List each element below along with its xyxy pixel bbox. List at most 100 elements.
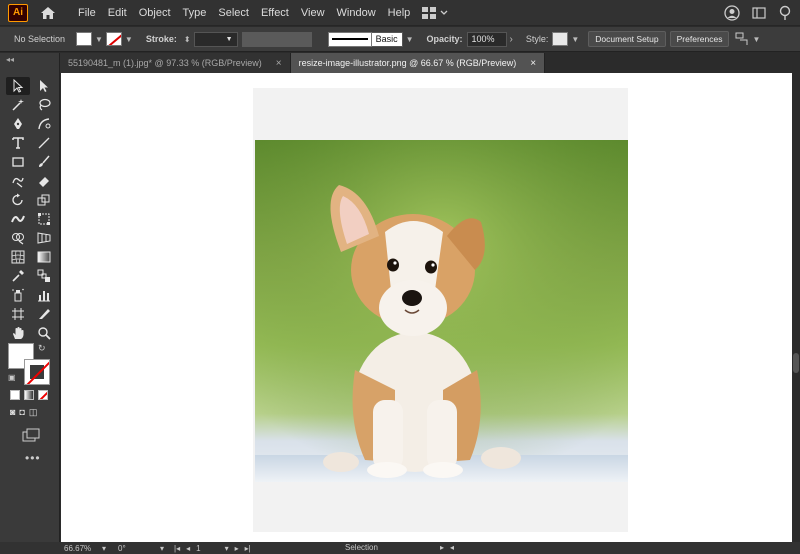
menu-object[interactable]: Object [133, 0, 177, 26]
close-icon[interactable]: × [530, 58, 536, 69]
paintbrush-tool-icon[interactable] [32, 153, 56, 171]
illustrator-logo: Ai [8, 3, 28, 22]
panel-toggle-icon[interactable] [752, 6, 766, 20]
status-bar: 66.67% ▾ 0° ▾ |◂ ◂ 1 ▾ ▸ ▸| Selection ▸ … [0, 542, 800, 554]
document-canvas[interactable] [61, 73, 800, 542]
artboard[interactable] [253, 88, 628, 532]
preferences-button[interactable]: Preferences [669, 31, 730, 47]
chevron-down-icon[interactable]: ▼ [568, 35, 582, 44]
eraser-tool-icon[interactable] [32, 172, 56, 190]
default-fill-stroke-icon[interactable]: ▣ [8, 373, 16, 382]
home-icon[interactable] [40, 5, 56, 21]
last-artboard-icon[interactable]: ▸| [245, 544, 251, 553]
tab-document-2[interactable]: resize-image-illustrator.png @ 66.67 % (… [290, 53, 546, 73]
stroke-color-box[interactable] [24, 359, 50, 385]
menu-help[interactable]: Help [382, 0, 417, 26]
color-icon[interactable] [10, 390, 20, 400]
previous-artboard-icon[interactable]: ◂ [186, 544, 190, 553]
menu-view[interactable]: View [295, 0, 331, 26]
variable-width-profile[interactable] [241, 31, 312, 47]
menu-type[interactable]: Type [177, 0, 213, 26]
document-setup-button[interactable]: Document Setup [588, 31, 666, 47]
shape-builder-tool-icon[interactable] [6, 229, 30, 247]
opacity-field[interactable]: 100% [466, 31, 507, 47]
rotation-field[interactable]: 0° ▾ [118, 544, 164, 553]
gradient-icon[interactable] [24, 390, 34, 400]
zoom-field[interactable]: 66.67% ▾ [64, 544, 112, 553]
next-artboard-icon[interactable]: ▸ [235, 544, 239, 553]
line-segment-tool-icon[interactable] [32, 134, 56, 152]
chevron-down-icon[interactable]: ▼ [92, 35, 106, 44]
scale-tool-icon[interactable] [32, 191, 56, 209]
vertical-scrollbar[interactable] [792, 73, 800, 542]
perspective-grid-tool-icon[interactable] [32, 229, 56, 247]
free-transform-tool-icon[interactable] [32, 210, 56, 228]
swap-fill-stroke-icon[interactable]: ↻ [38, 343, 46, 354]
collapse-panel-icon[interactable]: ◂◂ [0, 53, 59, 73]
type-tool-icon[interactable] [6, 134, 30, 152]
magic-wand-tool-icon[interactable] [6, 96, 30, 114]
artboard-tool-icon[interactable] [6, 305, 30, 323]
fill-color-swatch[interactable] [76, 32, 92, 46]
symbol-sprayer-tool-icon[interactable] [6, 286, 30, 304]
edit-toolbar-icon[interactable]: ••• [25, 451, 41, 465]
slice-tool-icon[interactable] [32, 305, 56, 323]
draw-behind-icon[interactable]: ◘ [19, 407, 24, 418]
pen-tool-icon[interactable] [6, 115, 30, 133]
none-color-icon[interactable] [38, 390, 48, 400]
artboard-number[interactable]: 1 [196, 544, 200, 553]
account-icon[interactable] [724, 5, 740, 21]
search-icon[interactable] [778, 5, 792, 21]
chevron-down-icon[interactable]: ▼ [403, 35, 417, 44]
menu-items: File Edit Object Type Select Effect View… [72, 0, 416, 26]
width-tool-icon[interactable] [6, 210, 30, 228]
chevron-right-icon[interactable]: › [507, 34, 516, 45]
chevron-down-icon: ▼ [225, 35, 233, 43]
arrange-icon[interactable] [735, 32, 749, 46]
menu-edit[interactable]: Edit [102, 0, 133, 26]
placed-image-corgi-puppy[interactable] [255, 140, 628, 482]
workspace-switcher[interactable] [422, 6, 448, 19]
eyedropper-tool-icon[interactable] [6, 267, 30, 285]
corgi-puppy-image [255, 140, 628, 482]
chevron-down-icon: ▾ [101, 543, 106, 553]
stroke-weight-field[interactable]: ▼ [193, 31, 238, 47]
chevron-right-icon[interactable]: ▸ [440, 542, 444, 554]
draw-inside-icon[interactable]: ◫ [29, 407, 38, 418]
rotate-tool-icon[interactable] [6, 191, 30, 209]
brush-definition[interactable]: Basic [371, 31, 403, 47]
lasso-tool-icon[interactable] [32, 96, 56, 114]
screen-mode-icon[interactable] [22, 428, 40, 442]
direct-selection-tool-icon[interactable] [32, 77, 56, 95]
menu-select[interactable]: Select [212, 0, 255, 26]
tab-document-1[interactable]: 55190481_m (1).jpg* @ 97.33 % (RGB/Previ… [60, 53, 291, 73]
shaper-tool-icon[interactable] [6, 172, 30, 190]
menu-file[interactable]: File [72, 0, 102, 26]
zoom-tool-icon[interactable] [32, 324, 56, 342]
mesh-tool-icon[interactable] [6, 248, 30, 266]
hand-tool-icon[interactable] [6, 324, 30, 342]
menu-effect[interactable]: Effect [255, 0, 295, 26]
rectangle-tool-icon[interactable] [6, 153, 30, 171]
stroke-color-swatch[interactable] [105, 32, 122, 46]
curvature-tool-icon[interactable] [32, 115, 56, 133]
color-mode-row [10, 390, 48, 400]
arrange-documents-icon [422, 6, 437, 19]
scrollbar-thumb[interactable] [793, 353, 799, 373]
blend-tool-icon[interactable] [32, 267, 56, 285]
chevron-down-icon[interactable]: ▼ [749, 35, 763, 44]
close-icon[interactable]: × [276, 58, 282, 69]
draw-normal-icon[interactable]: ◙ [10, 407, 15, 418]
first-artboard-icon[interactable]: |◂ [174, 544, 180, 553]
chevron-left-icon[interactable]: ◂ [450, 542, 454, 554]
column-graph-tool-icon[interactable] [32, 286, 56, 304]
chevron-down-icon[interactable]: ▾ [225, 544, 229, 553]
chevron-down-icon[interactable]: ▼ [122, 35, 136, 44]
stroke-weight-stepper[interactable]: ⬍ [181, 35, 194, 44]
menu-window[interactable]: Window [331, 0, 382, 26]
brush-stroke-preview[interactable] [327, 31, 372, 47]
graphic-style-swatch[interactable] [552, 32, 569, 46]
gradient-tool-icon[interactable] [32, 248, 56, 266]
chevron-down-icon [440, 10, 448, 15]
selection-tool-icon[interactable] [6, 77, 30, 95]
